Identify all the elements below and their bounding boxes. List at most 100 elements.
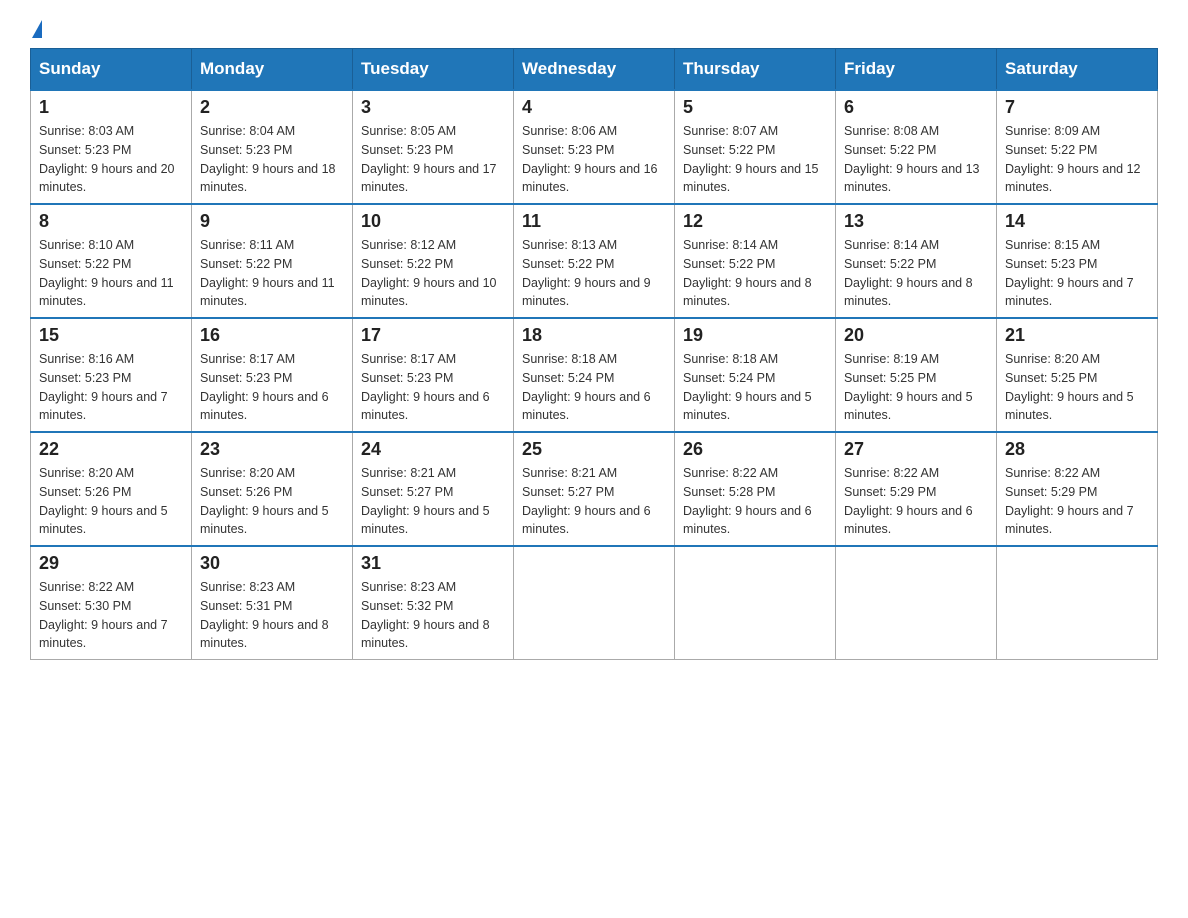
day-number: 20: [844, 325, 988, 346]
day-number: 29: [39, 553, 183, 574]
day-number: 14: [1005, 211, 1149, 232]
day-info: Sunrise: 8:11 AMSunset: 5:22 PMDaylight:…: [200, 236, 344, 311]
logo-triangle-icon: [32, 20, 42, 38]
calendar-cell: 28 Sunrise: 8:22 AMSunset: 5:29 PMDayligh…: [997, 432, 1158, 546]
calendar-cell: [514, 546, 675, 660]
calendar-cell: 27Sunrise: 8:22 AMSunset: 5:29 PMDayligh…: [836, 432, 997, 546]
day-info: Sunrise: 8:18 AMSunset: 5:24 PMDaylight:…: [683, 350, 827, 425]
calendar-cell: 11 Sunrise: 8:13 AMSunset: 5:22 PMDayligh…: [514, 204, 675, 318]
day-number: 24: [361, 439, 505, 460]
day-info: Sunrise: 8:08 AMSunset: 5:22 PMDaylight:…: [844, 122, 988, 197]
day-number: 7: [1005, 97, 1149, 118]
day-info: Sunrise: 8:22 AMSunset: 5:28 PMDaylight:…: [683, 464, 827, 539]
calendar-cell: 23 Sunrise: 8:20 AMSunset: 5:26 PMDayligh…: [192, 432, 353, 546]
calendar-cell: 14 Sunrise: 8:15 AMSunset: 5:23 PMDayligh…: [997, 204, 1158, 318]
calendar-week-row: 15 Sunrise: 8:16 AMSunset: 5:23 PMDayligh…: [31, 318, 1158, 432]
calendar-week-row: 1 Sunrise: 8:03 AMSunset: 5:23 PMDaylight…: [31, 90, 1158, 204]
day-number: 31: [361, 553, 505, 574]
day-number: 13: [844, 211, 988, 232]
weekday-header-monday: Monday: [192, 49, 353, 91]
day-number: 3: [361, 97, 505, 118]
day-number: 8: [39, 211, 183, 232]
calendar-cell: 4 Sunrise: 8:06 AMSunset: 5:23 PMDaylight…: [514, 90, 675, 204]
calendar-cell: 2 Sunrise: 8:04 AMSunset: 5:23 PMDaylight…: [192, 90, 353, 204]
weekday-header-wednesday: Wednesday: [514, 49, 675, 91]
day-number: 4: [522, 97, 666, 118]
day-number: 15: [39, 325, 183, 346]
day-info: Sunrise: 8:05 AMSunset: 5:23 PMDaylight:…: [361, 122, 505, 197]
day-number: 25: [522, 439, 666, 460]
day-number: 16: [200, 325, 344, 346]
day-number: 30: [200, 553, 344, 574]
calendar-cell: 31 Sunrise: 8:23 AMSunset: 5:32 PMDayligh…: [353, 546, 514, 660]
day-info: Sunrise: 8:12 AMSunset: 5:22 PMDaylight:…: [361, 236, 505, 311]
day-number: 9: [200, 211, 344, 232]
logo: [30, 20, 44, 38]
calendar-cell: 3 Sunrise: 8:05 AMSunset: 5:23 PMDaylight…: [353, 90, 514, 204]
day-number: 26: [683, 439, 827, 460]
day-info: Sunrise: 8:15 AMSunset: 5:23 PMDaylight:…: [1005, 236, 1149, 311]
calendar-cell: [997, 546, 1158, 660]
day-info: Sunrise: 8:21 AMSunset: 5:27 PMDaylight:…: [361, 464, 505, 539]
day-info: Sunrise: 8:17 AMSunset: 5:23 PMDaylight:…: [200, 350, 344, 425]
calendar-cell: 30 Sunrise: 8:23 AMSunset: 5:31 PMDayligh…: [192, 546, 353, 660]
day-info: Sunrise: 8:14 AMSunset: 5:22 PMDaylight:…: [844, 236, 988, 311]
calendar-cell: 24 Sunrise: 8:21 AMSunset: 5:27 PMDayligh…: [353, 432, 514, 546]
calendar-cell: [836, 546, 997, 660]
day-info: Sunrise: 8:20 AMSunset: 5:26 PMDaylight:…: [200, 464, 344, 539]
calendar-cell: [675, 546, 836, 660]
day-number: 17: [361, 325, 505, 346]
calendar-cell: 15 Sunrise: 8:16 AMSunset: 5:23 PMDayligh…: [31, 318, 192, 432]
day-info: Sunrise: 8:04 AMSunset: 5:23 PMDaylight:…: [200, 122, 344, 197]
calendar-cell: 6Sunrise: 8:08 AMSunset: 5:22 PMDaylight…: [836, 90, 997, 204]
day-number: 19: [683, 325, 827, 346]
day-info: Sunrise: 8:13 AMSunset: 5:22 PMDaylight:…: [522, 236, 666, 311]
day-number: 18: [522, 325, 666, 346]
day-number: 23: [200, 439, 344, 460]
day-info: Sunrise: 8:20 AMSunset: 5:25 PMDaylight:…: [1005, 350, 1149, 425]
day-info: Sunrise: 8:20 AMSunset: 5:26 PMDaylight:…: [39, 464, 183, 539]
day-info: Sunrise: 8:22 AMSunset: 5:30 PMDaylight:…: [39, 578, 183, 653]
day-info: Sunrise: 8:14 AMSunset: 5:22 PMDaylight:…: [683, 236, 827, 311]
day-number: 1: [39, 97, 183, 118]
calendar-cell: 5Sunrise: 8:07 AMSunset: 5:22 PMDaylight…: [675, 90, 836, 204]
calendar-week-row: 8 Sunrise: 8:10 AMSunset: 5:22 PMDaylight…: [31, 204, 1158, 318]
day-info: Sunrise: 8:06 AMSunset: 5:23 PMDaylight:…: [522, 122, 666, 197]
calendar-cell: 17 Sunrise: 8:17 AMSunset: 5:23 PMDayligh…: [353, 318, 514, 432]
day-info: Sunrise: 8:18 AMSunset: 5:24 PMDaylight:…: [522, 350, 666, 425]
calendar-cell: 9 Sunrise: 8:11 AMSunset: 5:22 PMDaylight…: [192, 204, 353, 318]
calendar-table: SundayMondayTuesdayWednesdayThursdayFrid…: [30, 48, 1158, 660]
calendar-cell: 20Sunrise: 8:19 AMSunset: 5:25 PMDayligh…: [836, 318, 997, 432]
day-info: Sunrise: 8:23 AMSunset: 5:32 PMDaylight:…: [361, 578, 505, 653]
calendar-cell: 19 Sunrise: 8:18 AMSunset: 5:24 PMDayligh…: [675, 318, 836, 432]
day-info: Sunrise: 8:17 AMSunset: 5:23 PMDaylight:…: [361, 350, 505, 425]
day-number: 2: [200, 97, 344, 118]
weekday-header-row: SundayMondayTuesdayWednesdayThursdayFrid…: [31, 49, 1158, 91]
day-info: Sunrise: 8:22 AMSunset: 5:29 PMDaylight:…: [1005, 464, 1149, 539]
day-number: 11: [522, 211, 666, 232]
calendar-cell: 8 Sunrise: 8:10 AMSunset: 5:22 PMDaylight…: [31, 204, 192, 318]
day-info: Sunrise: 8:21 AMSunset: 5:27 PMDaylight:…: [522, 464, 666, 539]
calendar-cell: 16 Sunrise: 8:17 AMSunset: 5:23 PMDayligh…: [192, 318, 353, 432]
day-info: Sunrise: 8:23 AMSunset: 5:31 PMDaylight:…: [200, 578, 344, 653]
calendar-cell: 7Sunrise: 8:09 AMSunset: 5:22 PMDaylight…: [997, 90, 1158, 204]
calendar-cell: 22Sunrise: 8:20 AMSunset: 5:26 PMDayligh…: [31, 432, 192, 546]
calendar-cell: 12Sunrise: 8:14 AMSunset: 5:22 PMDayligh…: [675, 204, 836, 318]
weekday-header-sunday: Sunday: [31, 49, 192, 91]
calendar-cell: 25 Sunrise: 8:21 AMSunset: 5:27 PMDayligh…: [514, 432, 675, 546]
calendar-cell: 1 Sunrise: 8:03 AMSunset: 5:23 PMDaylight…: [31, 90, 192, 204]
day-info: Sunrise: 8:10 AMSunset: 5:22 PMDaylight:…: [39, 236, 183, 311]
calendar-cell: 18 Sunrise: 8:18 AMSunset: 5:24 PMDayligh…: [514, 318, 675, 432]
day-number: 10: [361, 211, 505, 232]
day-info: Sunrise: 8:03 AMSunset: 5:23 PMDaylight:…: [39, 122, 183, 197]
weekday-header-saturday: Saturday: [997, 49, 1158, 91]
calendar-cell: 21 Sunrise: 8:20 AMSunset: 5:25 PMDayligh…: [997, 318, 1158, 432]
day-info: Sunrise: 8:16 AMSunset: 5:23 PMDaylight:…: [39, 350, 183, 425]
day-number: 28: [1005, 439, 1149, 460]
day-number: 21: [1005, 325, 1149, 346]
calendar-week-row: 29 Sunrise: 8:22 AMSunset: 5:30 PMDayligh…: [31, 546, 1158, 660]
weekday-header-friday: Friday: [836, 49, 997, 91]
day-number: 5: [683, 97, 827, 118]
day-info: Sunrise: 8:22 AMSunset: 5:29 PMDaylight:…: [844, 464, 988, 539]
calendar-week-row: 22Sunrise: 8:20 AMSunset: 5:26 PMDayligh…: [31, 432, 1158, 546]
